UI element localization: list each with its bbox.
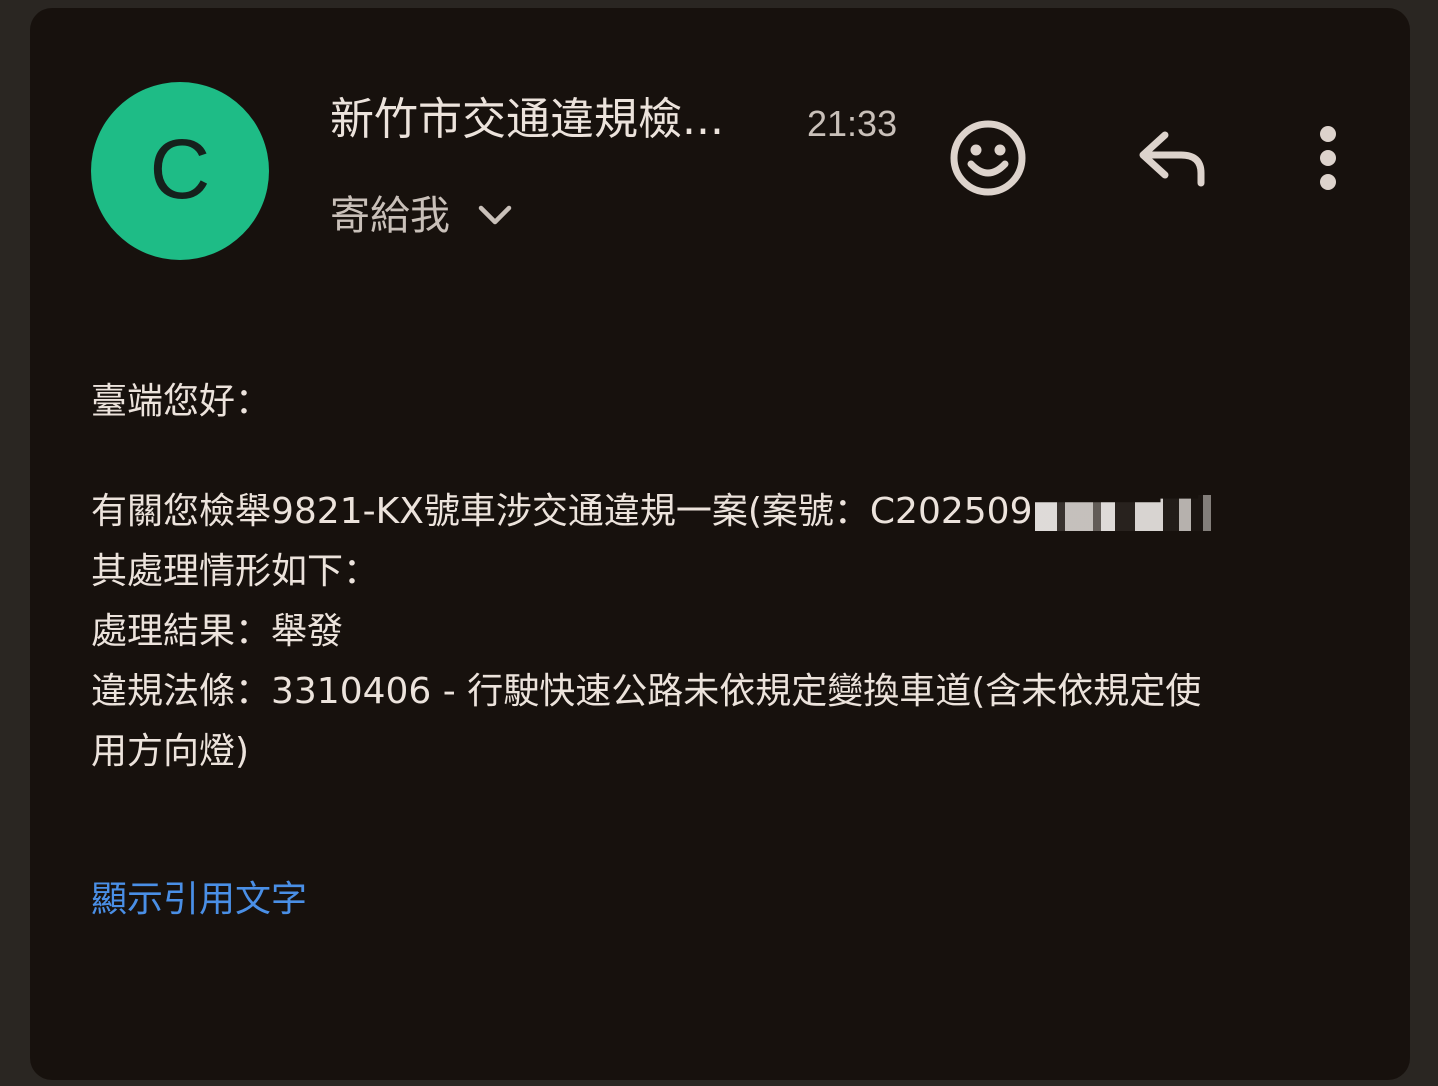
avatar-letter: C (149, 122, 211, 216)
more-options-button[interactable] (1306, 120, 1350, 196)
emoji-reaction-button[interactable] (946, 116, 1030, 200)
email-greeting: 臺端您好： (91, 381, 272, 422)
redacted-case-number (1034, 495, 1245, 531)
chevron-down-icon (478, 205, 512, 225)
sender-name[interactable]: 新竹市交通違規檢... (330, 92, 724, 148)
body-line-law: 違規法條：3310406 - 行駛快速公路未依規定變換車道(含未依規定使 (91, 671, 1202, 712)
message-time: 21:33 (807, 103, 898, 144)
reply-icon (1139, 131, 1205, 187)
recipient-toggle[interactable]: 寄給我 (330, 184, 512, 240)
case-text: 有關您檢舉9821-KX號車涉交通違規一案(案號：C202509 (91, 491, 1033, 532)
show-quoted-text-link[interactable]: 顯示引用文字 (91, 872, 307, 928)
sender-avatar[interactable]: C (91, 82, 269, 260)
email-message-card: C 新竹市交通違規檢... 21:33 寄給我 臺端您好： 有關您檢舉9821-… (30, 8, 1410, 1080)
recipient-label: 寄給我 (330, 193, 450, 239)
body-line-status-intro: 其處理情形如下： (91, 551, 380, 592)
reply-button[interactable] (1130, 126, 1214, 190)
more-vertical-icon (1320, 126, 1336, 190)
email-body: 有關您檢舉9821-KX號車涉交通違規一案(案號：C202509 其處理情形如下… (91, 482, 1245, 782)
body-line-law-cont: 用方向燈) (91, 731, 250, 772)
emoji-reaction-icon (950, 120, 1026, 196)
body-line-result: 處理結果：舉發 (91, 611, 344, 652)
body-line-case: 有關您檢舉9821-KX號車涉交通違規一案(案號：C202509 (91, 482, 1245, 542)
